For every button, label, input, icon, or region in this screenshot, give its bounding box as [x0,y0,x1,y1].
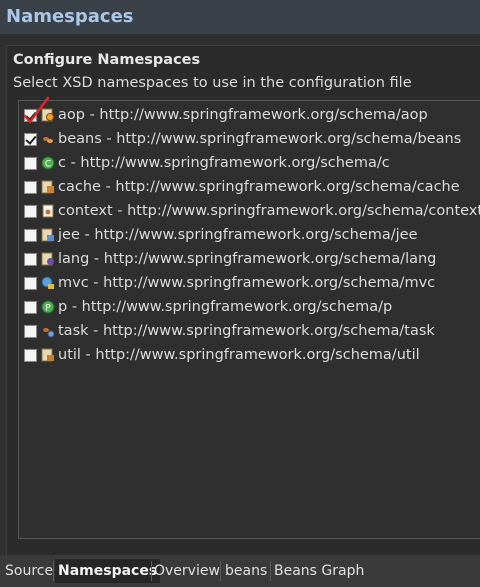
tab-beans[interactable]: beans [222,559,270,583]
aop-checkbox[interactable] [24,108,37,122]
c-namespace-icon: C [41,156,55,170]
namespace-row-beans[interactable]: beans - http://www.springframework.org/s… [24,128,461,150]
namespace-row-mvc[interactable]: mvc - http://www.springframework.org/sch… [24,272,435,294]
namespace-row-aop[interactable]: aop - http://www.springframework.org/sch… [24,104,428,126]
namespace-row-util[interactable]: util - http://www.springframework.org/sc… [24,344,420,366]
namespace-label-task: task - http://www.springframework.org/sc… [58,323,435,339]
namespace-list[interactable]: aop - http://www.springframework.org/sch… [18,100,480,539]
lang-namespace-icon [41,252,54,266]
tab-source[interactable]: Source [2,559,56,583]
namespace-row-lang[interactable]: lang - http://www.springframework.org/sc… [24,248,436,270]
p-checkbox[interactable] [24,300,37,314]
editor-tab-bar: Source Namespaces Overview beans Beans G… [0,555,480,587]
task-checkbox[interactable] [24,324,37,338]
namespace-row-jee[interactable]: jee - http://www.springframework.org/sch… [24,224,418,246]
beans-namespace-icon [43,137,53,143]
namespace-label-cache: cache - http://www.springframework.org/s… [58,179,460,195]
namespace-row-task[interactable]: task - http://www.springframework.org/sc… [24,320,435,342]
page-title: Namespaces [0,0,480,34]
context-namespace-icon [42,204,54,218]
namespace-label-lang: lang - http://www.springframework.org/sc… [58,251,437,267]
c-checkbox[interactable] [24,156,37,170]
cache-checkbox[interactable] [24,180,37,194]
tab-namespaces[interactable]: Namespaces [55,559,161,583]
mvc-checkbox[interactable] [24,276,37,290]
task-namespace-icon [43,328,55,338]
p-namespace-icon: P [41,300,55,314]
namespace-label-c: c - http://www.springframework.org/schem… [58,155,390,171]
tab-divider [53,561,54,581]
header-separator [0,34,480,44]
namespace-row-cache[interactable]: cache - http://www.springframework.org/s… [24,176,460,198]
cache-namespace-icon [41,180,54,194]
tab-beans-graph[interactable]: Beans Graph [271,559,367,583]
namespace-label-mvc: mvc - http://www.springframework.org/sch… [58,275,436,291]
tab-divider [220,561,221,581]
namespace-label-aop: aop - http://www.springframework.org/sch… [58,107,428,123]
beans-checkbox[interactable] [24,132,37,146]
util-namespace-icon [41,348,54,362]
aop-namespace-icon [41,108,54,122]
svg-text:C: C [45,160,51,170]
namespace-label-jee: jee - http://www.springframework.org/sch… [58,227,418,243]
namespace-label-util: util - http://www.springframework.org/sc… [58,347,420,363]
mvc-namespace-icon [41,276,54,289]
namespace-row-p[interactable]: P p - http://www.springframework.org/sch… [24,296,392,318]
lang-checkbox[interactable] [24,252,37,266]
namespace-label-context: context - http://www.springframework.org… [58,203,480,219]
namespace-row-c[interactable]: C c - http://www.springframework.org/sch… [24,152,390,174]
svg-text:P: P [45,304,51,314]
tab-overview[interactable]: Overview [151,559,223,583]
util-checkbox[interactable] [24,348,37,362]
jee-checkbox[interactable] [24,228,37,242]
jee-namespace-icon [41,228,54,242]
namespace-row-context[interactable]: context - http://www.springframework.org… [24,200,480,222]
namespace-label-beans: beans - http://www.springframework.org/s… [58,131,462,147]
section-description: Select XSD namespaces to use in the conf… [13,75,412,91]
context-checkbox[interactable] [24,204,37,218]
section-title: Configure Namespaces [13,52,201,68]
namespace-label-p: p - http://www.springframework.org/schem… [58,299,393,315]
